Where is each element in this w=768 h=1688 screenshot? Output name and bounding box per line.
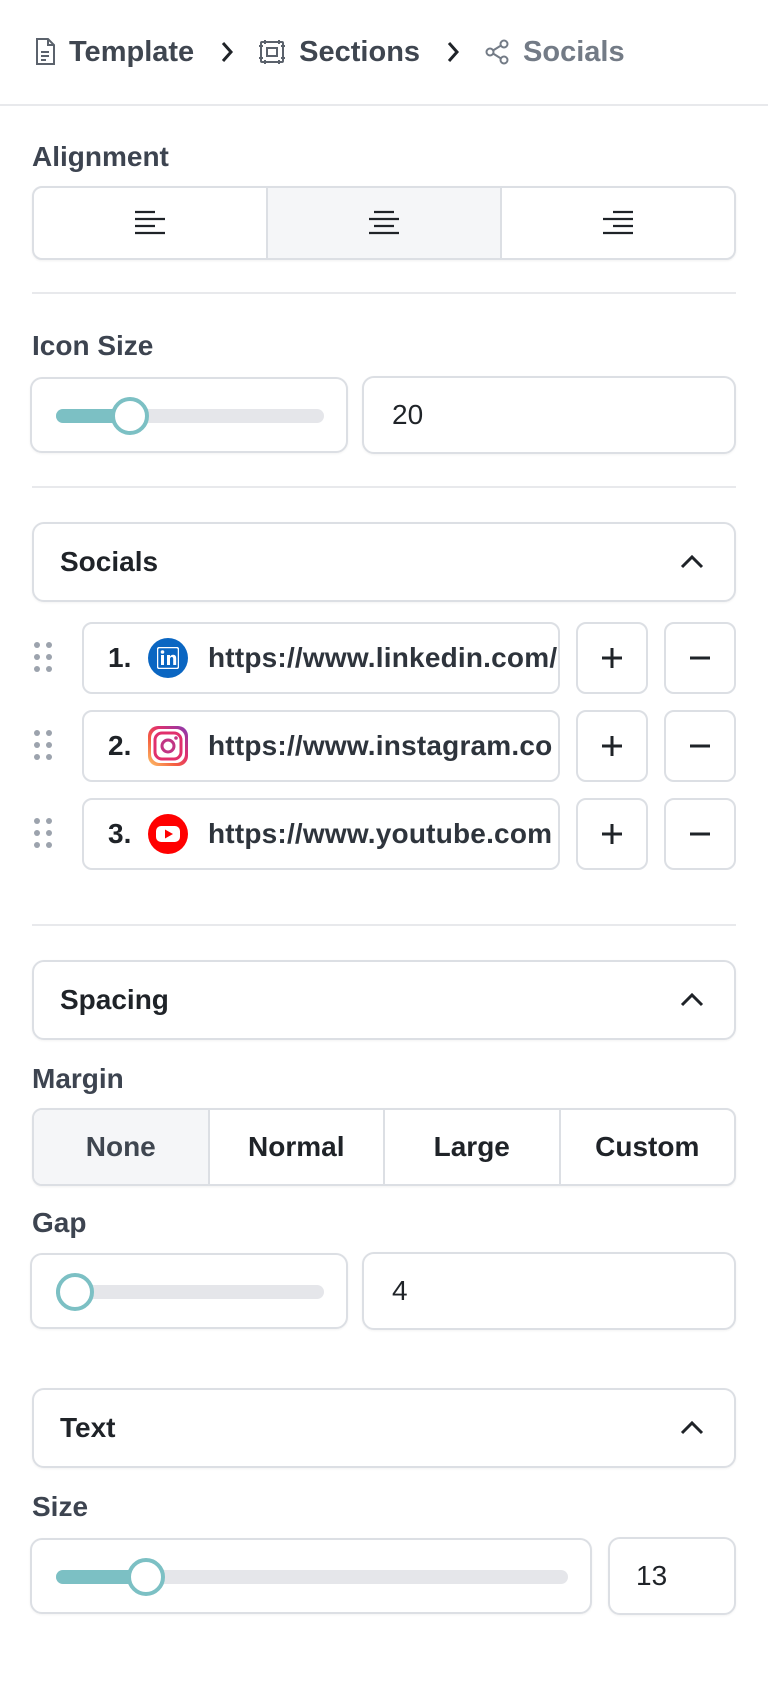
spacing-section-title: Spacing [60, 984, 169, 1015]
breadcrumb-socials-label: Socials [523, 35, 625, 68]
align-left-button[interactable] [34, 188, 268, 258]
instagram-icon [148, 726, 188, 766]
icon-size-slider[interactable] [30, 377, 348, 453]
text-section-header[interactable]: Text [32, 1388, 736, 1468]
divider [32, 924, 736, 926]
remove-social-button[interactable] [664, 622, 736, 694]
minus-icon [690, 656, 710, 660]
socials-section-title: Socials [60, 546, 159, 577]
chevron-up-icon [680, 992, 704, 1007]
social-index: 2. [108, 730, 132, 761]
add-social-button[interactable] [576, 710, 648, 782]
drag-handle-icon[interactable] [34, 642, 54, 674]
social-index: 3. [108, 818, 132, 849]
social-url: https://www.youtube.com [208, 818, 553, 849]
icon-size-label: Icon Size [32, 330, 154, 361]
social-url-input[interactable]: 1. https://www.linkedin.com/ [82, 622, 560, 694]
drag-handle-icon[interactable] [34, 818, 54, 850]
drag-handle-icon[interactable] [34, 730, 54, 762]
plus-icon [602, 648, 622, 668]
slider-thumb[interactable] [127, 1558, 166, 1596]
text-size-input[interactable]: 13 [608, 1537, 736, 1615]
slider-track [56, 1273, 324, 1311]
social-url-input[interactable]: 2. https://www.instagram.co [82, 710, 560, 782]
margin-large-button[interactable]: Large [385, 1110, 561, 1184]
slider-track [56, 397, 324, 435]
social-index: 1. [108, 642, 132, 673]
plus-icon [602, 824, 622, 844]
gap-input[interactable]: 4 [362, 1252, 736, 1330]
minus-icon [690, 744, 710, 748]
margin-none-button[interactable]: None [34, 1110, 210, 1184]
margin-segmented-control: None Normal Large Custom [32, 1108, 736, 1186]
breadcrumb-sections[interactable]: Sections [258, 36, 420, 69]
social-row: 2. https://www.instagram.co [32, 710, 736, 782]
breadcrumb-sections-label: Sections [299, 35, 421, 68]
divider [32, 292, 736, 294]
slider-track [56, 1558, 568, 1596]
share-icon [485, 39, 509, 65]
align-center-icon [369, 210, 399, 235]
align-right-icon [603, 210, 633, 235]
spacing-section-header[interactable]: Spacing [32, 960, 736, 1040]
align-center-button[interactable] [268, 188, 502, 258]
margin-custom-button[interactable]: Custom [561, 1110, 735, 1184]
alignment-segmented-control [32, 186, 736, 260]
text-size-slider[interactable] [30, 1538, 592, 1614]
frame-icon [259, 40, 286, 64]
minus-icon [690, 832, 710, 836]
remove-social-button[interactable] [664, 798, 736, 870]
social-url: https://www.instagram.co [208, 730, 553, 761]
slider-thumb[interactable] [111, 397, 150, 435]
remove-social-button[interactable] [664, 710, 736, 782]
youtube-icon [148, 814, 188, 854]
slider-thumb[interactable] [56, 1273, 94, 1311]
breadcrumb: Template Sections Socials [0, 0, 768, 106]
chevron-right-icon [220, 41, 234, 63]
gap-slider[interactable] [30, 1253, 348, 1329]
chevron-right-icon [446, 41, 460, 63]
icon-size-input[interactable]: 20 [362, 376, 736, 454]
gap-label: Gap [32, 1207, 87, 1238]
breadcrumb-template-label: Template [69, 35, 195, 68]
social-url: https://www.linkedin.com/ [208, 642, 558, 673]
margin-label: Margin [32, 1063, 124, 1094]
breadcrumb-template[interactable]: Template [34, 36, 194, 69]
align-left-icon [135, 210, 165, 235]
chevron-up-icon [680, 1420, 704, 1435]
breadcrumb-socials[interactable]: Socials [484, 36, 625, 69]
divider [32, 486, 736, 488]
document-icon [36, 38, 55, 65]
socials-section-header[interactable]: Socials [32, 522, 736, 602]
add-social-button[interactable] [576, 798, 648, 870]
linkedin-icon [148, 638, 188, 678]
margin-normal-button[interactable]: Normal [210, 1110, 385, 1184]
alignment-label: Alignment [32, 141, 169, 172]
chevron-up-icon [680, 554, 704, 569]
social-row: 1. https://www.linkedin.com/ [32, 622, 736, 694]
align-right-button[interactable] [502, 188, 734, 258]
add-social-button[interactable] [576, 622, 648, 694]
size-label: Size [32, 1491, 89, 1522]
social-row: 3. https://www.youtube.com [32, 798, 736, 870]
social-url-input[interactable]: 3. https://www.youtube.com [82, 798, 560, 870]
text-section-title: Text [60, 1412, 116, 1443]
plus-icon [602, 736, 622, 756]
